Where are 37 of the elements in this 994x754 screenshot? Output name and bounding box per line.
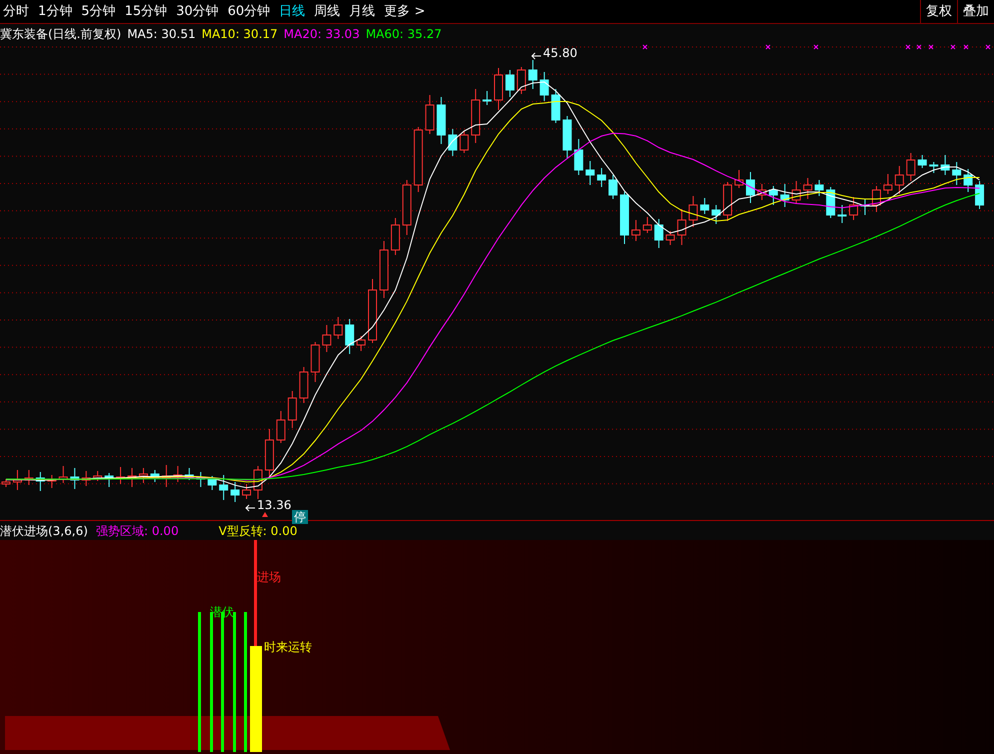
cross-marker-icon [906, 44, 910, 50]
ma-value: MA5: 30.51 [127, 26, 196, 43]
period-tab[interactable]: 更多 > [384, 2, 426, 22]
indicator-readout: 强势区域: 0.00 [96, 522, 179, 540]
high-price-label: 45.80 [543, 45, 578, 62]
arrow-icon [245, 504, 255, 512]
period-tab[interactable]: 15分钟 [124, 2, 168, 22]
cross-marker-icon [964, 44, 968, 50]
low-price-label: 13.36 [257, 497, 292, 514]
cross-marker-icon [766, 44, 770, 50]
ma-value: MA20: 33.03 [284, 26, 360, 43]
period-tab[interactable]: 5分钟 [81, 2, 116, 22]
signal-label: 时来运转 [264, 639, 312, 656]
cross-marker-icon [814, 44, 818, 50]
cross-marker-icon [642, 44, 648, 50]
toolbar-button[interactable]: 叠加 [957, 0, 994, 23]
halt-badge: 停 [292, 510, 308, 524]
toolbar-button[interactable]: 复权 [920, 0, 957, 23]
cross-marker-icon [986, 44, 990, 50]
ma-value: MA60: 35.27 [366, 26, 442, 43]
cross-marker-icon [928, 44, 934, 50]
period-tab[interactable]: 周线 [314, 2, 340, 22]
signal-label: 进场 [257, 569, 281, 586]
cross-marker-icon [916, 44, 922, 50]
indicator-readout: V型反转: 0.00 [218, 523, 298, 540]
indicator-title: 潜伏进场(3,6,6) [0, 522, 89, 540]
period-tab[interactable]: 日线 [279, 2, 306, 22]
period-tab[interactable]: 1分钟 [38, 2, 72, 22]
period-tab[interactable]: 60分钟 [228, 2, 270, 22]
arrow-icon [531, 52, 541, 60]
ma-value: MA10: 30.17 [202, 26, 278, 43]
period-tab[interactable]: 月线 [349, 2, 376, 22]
cross-marker-icon [950, 44, 956, 50]
period-tab[interactable]: 30分钟 [176, 2, 219, 22]
period-tab[interactable]: 分时 [3, 2, 29, 22]
triangle-marker-icon [262, 512, 268, 517]
stock-title: 冀东装备(日线.前复权) [0, 26, 122, 43]
